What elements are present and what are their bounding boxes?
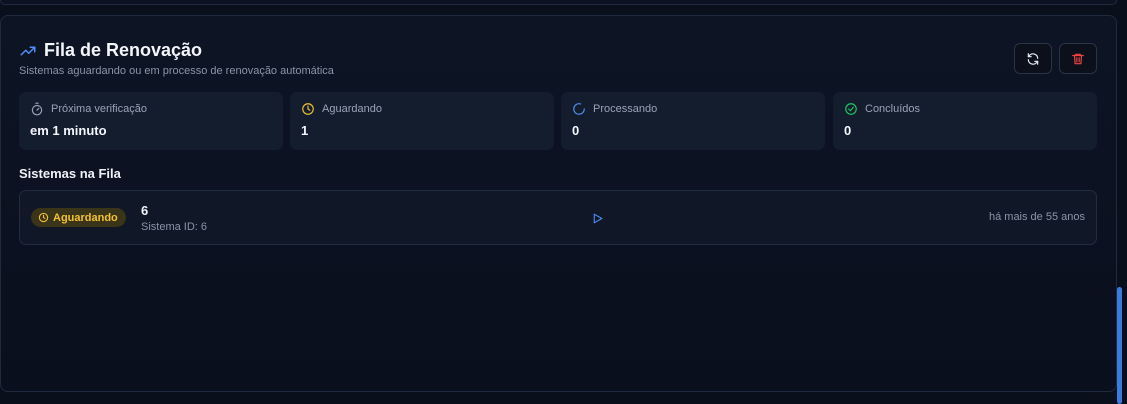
- play-icon: [593, 213, 602, 223]
- refresh-button[interactable]: [1014, 43, 1052, 74]
- system-name: 6: [141, 203, 149, 218]
- stat-label: Aguardando: [322, 103, 382, 115]
- top-panel-edge: [0, 0, 1117, 5]
- stat-completed: Concluídos 0: [833, 92, 1097, 150]
- status-badge: Aguardando: [31, 208, 126, 227]
- clock-icon: [302, 103, 314, 115]
- stat-next-check: Próxima verificação em 1 minuto: [19, 92, 283, 150]
- stat-label: Próxima verificação: [51, 103, 147, 115]
- status-badge-label: Aguardando: [53, 211, 118, 224]
- queue-item: Aguardando 6 Sistema ID: 6 há mais de 55…: [19, 190, 1097, 245]
- queued-time: há mais de 55 anos: [988, 211, 1085, 223]
- renewal-queue-panel: Fila de Renovação Sistemas aguardando ou…: [0, 15, 1117, 392]
- trending-up-icon: [20, 46, 36, 55]
- page-subtitle: Sistemas aguardando ou em processo de re…: [19, 65, 334, 77]
- clock-icon: [38, 212, 49, 223]
- page-title: Fila de Renovação: [44, 40, 203, 60]
- system-id: Sistema ID: 6: [141, 221, 208, 233]
- stat-value: 0: [572, 123, 580, 138]
- clear-queue-button[interactable]: [1059, 43, 1097, 74]
- scrollbar-thumb[interactable]: [1117, 287, 1122, 404]
- timer-icon: [31, 102, 43, 116]
- stat-value: 1: [301, 123, 309, 138]
- panel-header: Fila de Renovação Sistemas aguardando ou…: [19, 40, 334, 77]
- process-now-button[interactable]: [588, 209, 606, 227]
- stat-label: Processando: [593, 103, 658, 115]
- refresh-icon: [1027, 52, 1039, 65]
- queue-section-title: Sistemas na Fila: [19, 166, 121, 181]
- stat-label: Concluídos: [865, 103, 921, 115]
- stat-processing: Processando 0: [561, 92, 825, 150]
- spinner-icon: [573, 103, 585, 115]
- stat-value: 0: [844, 123, 852, 138]
- stat-waiting: Aguardando 1: [290, 92, 554, 150]
- stat-value: em 1 minuto: [30, 123, 107, 138]
- check-circle-icon: [845, 103, 857, 115]
- trash-icon: [1072, 53, 1084, 64]
